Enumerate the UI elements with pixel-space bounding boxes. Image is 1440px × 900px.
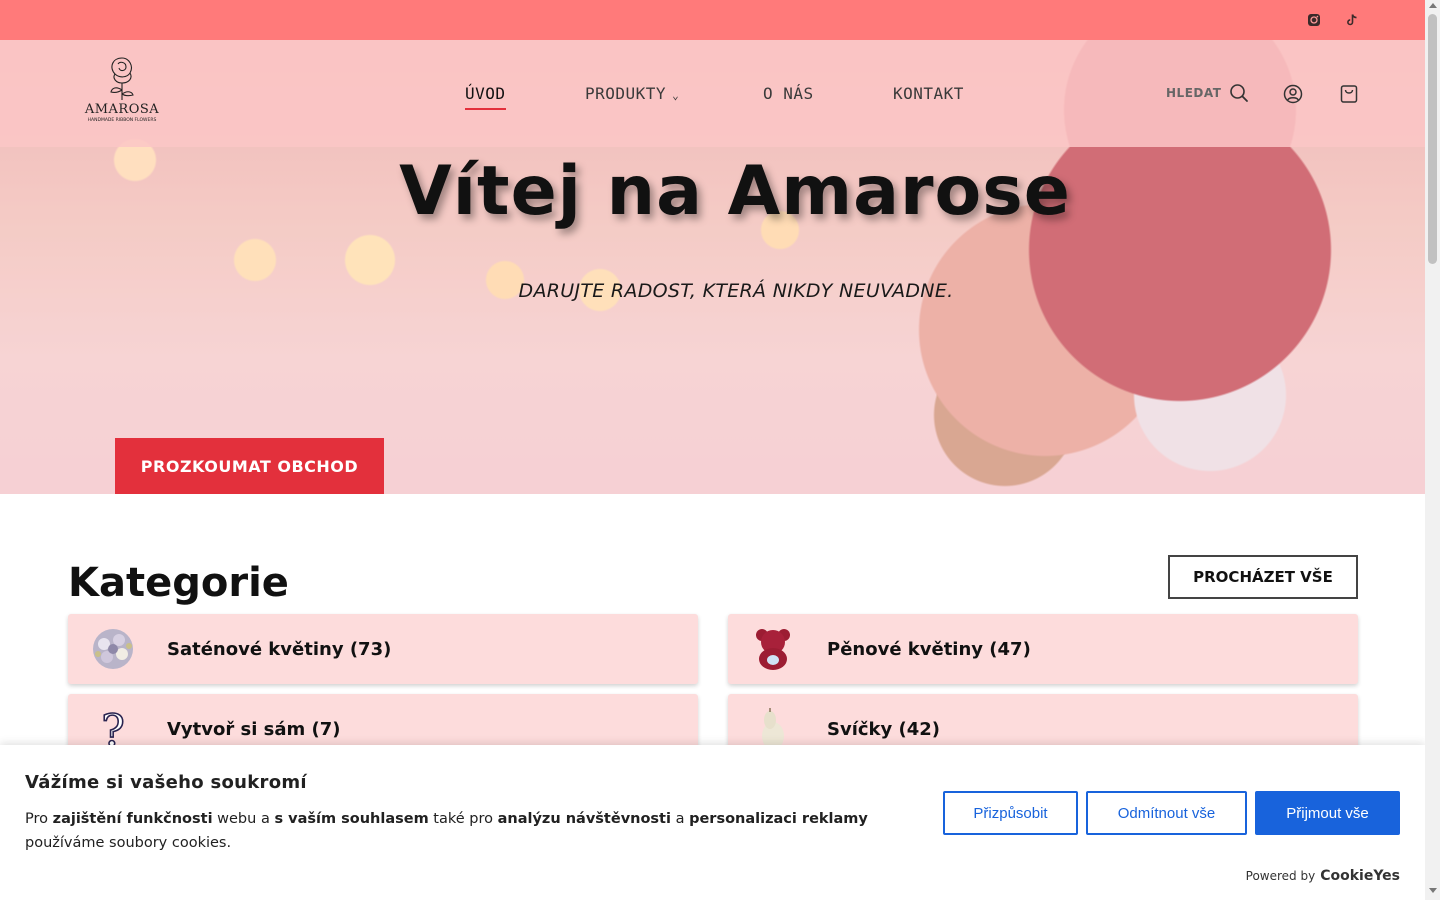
hero-subtitle: DARUJTE RADOST, KTERÁ NIKDY NEUVADNE. <box>518 280 954 302</box>
nav-contact[interactable]: KONTAKT <box>893 84 964 103</box>
page-scrollbar[interactable] <box>1425 0 1440 900</box>
active-underline <box>465 108 506 110</box>
foam-bear-thumbnail <box>748 624 798 674</box>
cookie-text: Pro zajištění funkčnosti webu a s vaším … <box>25 811 868 851</box>
amarosa-logo[interactable]: AMAROSA HANDMADE RIBBON FLOWERS <box>82 50 162 132</box>
cookie-reject-all-button[interactable]: Odmítnout vše <box>1086 791 1247 835</box>
nav-home[interactable]: ÚVOD <box>465 84 506 110</box>
cookie-title: Vážíme si vašeho soukromí <box>25 772 307 793</box>
nav-about[interactable]: O NÁS <box>763 84 814 103</box>
cookie-consent-banner: Vážíme si vašeho soukromí Pro zajištění … <box>0 745 1425 900</box>
top-bar <box>0 0 1425 40</box>
cookie-accept-all-button[interactable]: Přijmout vše <box>1255 791 1400 835</box>
nav-products-label: PRODUKTY <box>585 84 667 103</box>
search-button[interactable]: HLEDAT <box>1166 83 1249 103</box>
logo-tagline: HANDMADE RIBBON FLOWERS <box>87 118 157 123</box>
rose-logo-icon <box>110 57 134 100</box>
cookieyes-logo[interactable]: CookieYes <box>1320 868 1400 884</box>
tiktok-icon[interactable] <box>1344 12 1360 28</box>
category-card-satin[interactable]: Saténové květiny (73) <box>68 614 698 684</box>
chevron-down-icon: ⌄ <box>672 89 680 102</box>
hero-title: Vítej na Amarose <box>399 152 1071 231</box>
powered-by: Powered by CookieYes <box>1246 868 1400 884</box>
category-card-foam[interactable]: Pěnové květiny (47) <box>728 614 1358 684</box>
satin-bouquet-thumbnail <box>88 624 138 674</box>
explore-shop-button[interactable]: PROZKOUMAT OBCHOD <box>115 438 384 494</box>
nav-products[interactable]: PRODUKTY ⌄ <box>585 84 679 103</box>
search-icon <box>1230 84 1249 102</box>
cookie-customize-button[interactable]: Přizpůsobit <box>943 791 1078 835</box>
logo-wordmark: AMAROSA <box>84 102 160 117</box>
category-label: Vytvoř si sám (7) <box>167 718 341 740</box>
categories-title: Kategorie <box>68 560 289 606</box>
browse-all-button[interactable]: PROCHÁZET VŠE <box>1168 555 1358 599</box>
category-label: Saténové květiny (73) <box>167 638 392 660</box>
page: Vítej na Amarose DARUJTE RADOST, KTERÁ N… <box>0 0 1425 900</box>
site-header: AMAROSA HANDMADE RIBBON FLOWERS ÚVOD PRO… <box>0 40 1425 147</box>
category-label: Svíčky (42) <box>827 718 941 740</box>
search-label: HLEDAT <box>1166 86 1222 100</box>
cart-icon[interactable] <box>1340 84 1358 108</box>
instagram-icon[interactable] <box>1306 12 1322 28</box>
account-icon[interactable] <box>1283 84 1303 108</box>
category-label: Pěnové květiny (47) <box>827 638 1031 660</box>
scrollbar-thumb[interactable] <box>1428 14 1437 264</box>
scroll-down-arrow-icon[interactable] <box>1429 888 1437 893</box>
scroll-up-arrow-icon[interactable] <box>1429 3 1437 8</box>
powered-by-label: Powered by <box>1245 869 1316 883</box>
nav-home-label: ÚVOD <box>465 84 506 103</box>
